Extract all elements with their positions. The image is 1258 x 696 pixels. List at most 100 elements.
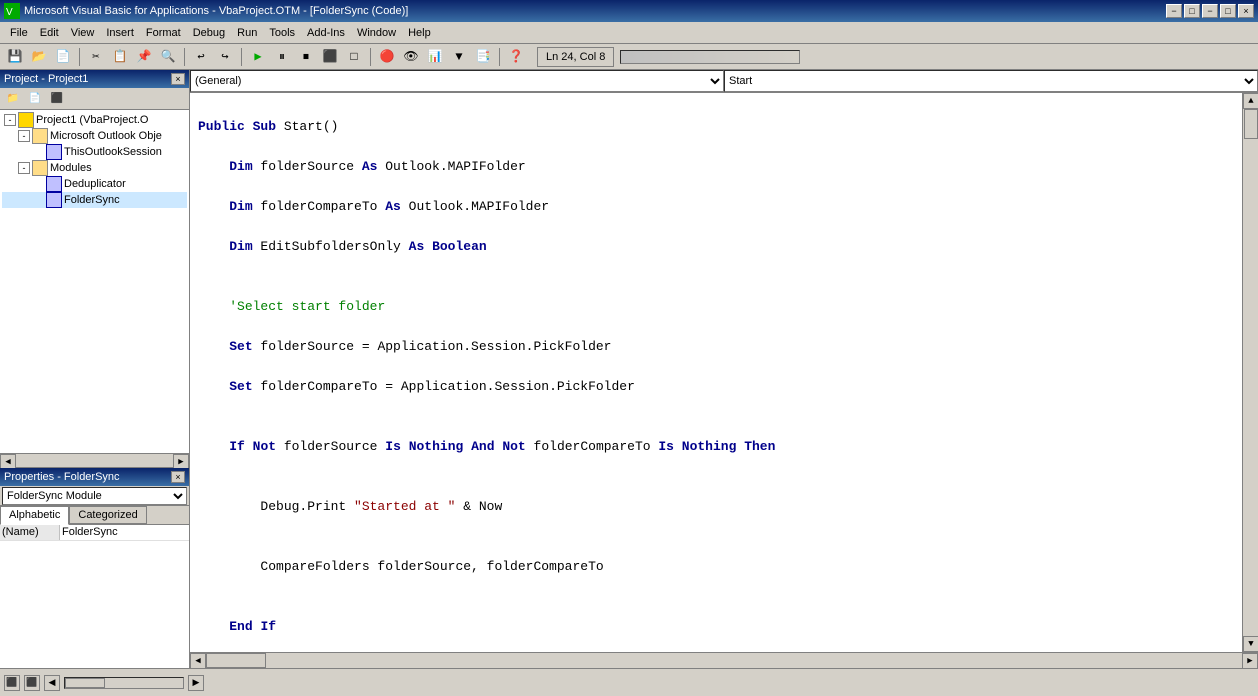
app-minimize-button[interactable]: − xyxy=(1166,4,1182,18)
tb-design-btn[interactable]: ⬛ xyxy=(319,47,341,67)
tb-open-btn[interactable]: 📂 xyxy=(28,47,50,67)
menu-help[interactable]: Help xyxy=(402,25,437,41)
status-icon2: ⬛ xyxy=(24,675,40,691)
tree-item-foldersync[interactable]: FolderSync xyxy=(2,192,187,208)
menu-window[interactable]: Window xyxy=(351,25,402,41)
code-line-6: 'Select start folder xyxy=(198,297,1234,317)
toolbar-status: Ln 24, Col 8 xyxy=(537,47,614,67)
menu-insert[interactable]: Insert xyxy=(100,25,140,41)
tree-expand-project1[interactable]: - xyxy=(4,114,16,126)
code-line-12: Debug.Print "Started at " & Now xyxy=(198,497,1234,517)
code-proc-select[interactable]: Start xyxy=(724,70,1258,92)
tree-item-modules[interactable]: - Modules xyxy=(2,160,187,176)
menu-format[interactable]: Format xyxy=(140,25,187,41)
code-object-select[interactable]: (General) xyxy=(190,70,724,92)
menu-addins[interactable]: Add-Ins xyxy=(301,25,351,41)
vscroll-track[interactable] xyxy=(1243,109,1258,636)
tree-item-session[interactable]: ThisOutlookSession xyxy=(2,144,187,160)
tb-locals-btn[interactable]: 📊 xyxy=(424,47,446,67)
code-hscrollbar[interactable]: ◀ ▶ xyxy=(190,652,1258,668)
project-hscroll[interactable]: ◀ ▶ xyxy=(0,453,189,467)
tb-paste-btn[interactable]: 📌 xyxy=(133,47,155,67)
properties-panel-header: Properties - FolderSync × xyxy=(0,468,189,486)
title-minimize-button[interactable]: − xyxy=(1202,4,1218,18)
tb-run-btn[interactable]: ▶ xyxy=(247,47,269,67)
tb-bp-btn[interactable]: 🔴 xyxy=(376,47,398,67)
hscroll-left[interactable]: ◀ xyxy=(190,653,206,669)
tb-callstack-btn[interactable]: 📑 xyxy=(472,47,494,67)
dedup-icon xyxy=(46,176,62,192)
project-toolbar: 📁 📄 ⬛ xyxy=(0,88,189,110)
menu-view[interactable]: View xyxy=(65,25,101,41)
tree-expand-outlook[interactable]: - xyxy=(18,130,30,142)
menu-debug[interactable]: Debug xyxy=(187,25,231,41)
tree-item-outlook[interactable]: - Microsoft Outlook Obje xyxy=(2,128,187,144)
menu-run[interactable]: Run xyxy=(231,25,263,41)
tb-redo-btn[interactable]: ↪ xyxy=(214,47,236,67)
hscroll-thumb[interactable] xyxy=(206,653,266,668)
hscroll-bottom-left[interactable]: ◀ xyxy=(44,675,60,691)
tree-expand-modules[interactable]: - xyxy=(18,162,30,174)
vscroll-up[interactable]: ▲ xyxy=(1243,93,1258,109)
code-content: Public Sub Start() Dim folderSource As O… xyxy=(190,93,1242,652)
tree-item-project1[interactable]: - Project1 (VbaProject.O xyxy=(2,112,187,128)
session-icon xyxy=(46,144,62,160)
tree-label-session: ThisOutlookSession xyxy=(64,146,162,158)
hscroll-track[interactable] xyxy=(206,653,1242,668)
tb-cut-btn[interactable]: ✂ xyxy=(85,47,107,67)
tb-save-btn[interactable]: 💾 xyxy=(4,47,26,67)
status-content: ⬛ ⬛ ◀ ▶ xyxy=(4,675,204,691)
title-bar: V Microsoft Visual Basic for Application… xyxy=(0,0,1258,22)
tb-immed-btn[interactable]: ▼ xyxy=(448,47,470,67)
code-line-1: Public Sub Start() xyxy=(198,117,1234,137)
tb-sep1 xyxy=(79,48,80,66)
tb-copy-btn[interactable]: 📋 xyxy=(109,47,131,67)
menu-tools[interactable]: Tools xyxy=(263,25,301,41)
code-vscrollbar[interactable]: ▲ ▼ xyxy=(1242,93,1258,652)
tb-userform-btn[interactable]: □ xyxy=(343,47,365,67)
tab-categorized[interactable]: Categorized xyxy=(69,506,146,524)
title-maximize-button[interactable]: □ xyxy=(1220,4,1236,18)
tb-undo-btn[interactable]: ↩ xyxy=(190,47,212,67)
project-tree: - Project1 (VbaProject.O - Microsoft Out… xyxy=(0,110,189,453)
vscroll-thumb[interactable] xyxy=(1244,109,1258,139)
code-editor[interactable]: Public Sub Start() Dim folderSource As O… xyxy=(190,93,1242,652)
project-panel-title: Project - Project1 xyxy=(4,73,171,85)
project-panel-header: Project - Project1 × xyxy=(0,70,189,88)
tb-sep3 xyxy=(241,48,242,66)
project1-icon xyxy=(18,112,34,128)
pt-btn1[interactable]: 📁 xyxy=(2,89,24,109)
properties-panel-close[interactable]: × xyxy=(171,471,185,483)
pt-btn2[interactable]: 📄 xyxy=(24,89,46,109)
tree-item-deduplicator[interactable]: Deduplicator xyxy=(2,176,187,192)
menu-file[interactable]: File xyxy=(4,25,34,41)
hscroll-bottom-right[interactable]: ▶ xyxy=(188,675,204,691)
tb-sep5 xyxy=(499,48,500,66)
tb-pause-btn[interactable]: ⏸ xyxy=(271,47,293,67)
hscroll-bottom-track[interactable] xyxy=(64,677,184,689)
app-restore-button[interactable]: □ xyxy=(1184,4,1200,18)
tb-find-btn[interactable]: 🔍 xyxy=(157,47,179,67)
tree-label-deduplicator: Deduplicator xyxy=(64,178,126,190)
tb-add-btn[interactable]: 📄 xyxy=(52,47,74,67)
tb-stop-btn[interactable]: ⏹ xyxy=(295,47,317,67)
props-object-select[interactable]: FolderSync Module xyxy=(2,487,187,505)
tb-watch-btn[interactable]: 👁 xyxy=(400,47,422,67)
tab-alphabetic[interactable]: Alphabetic xyxy=(0,506,69,525)
properties-panel-title: Properties - FolderSync xyxy=(4,471,171,483)
menu-edit[interactable]: Edit xyxy=(34,25,65,41)
project-panel-close[interactable]: × xyxy=(171,73,185,85)
app-icon: V xyxy=(4,3,20,19)
code-line-4: Dim EditSubfoldersOnly As Boolean xyxy=(198,237,1234,257)
tree-label-modules: Modules xyxy=(50,162,92,174)
title-close-button[interactable]: × xyxy=(1238,4,1254,18)
vscroll-down[interactable]: ▼ xyxy=(1243,636,1258,652)
pt-btn3[interactable]: ⬛ xyxy=(46,89,68,109)
tb-help-btn[interactable]: ❓ xyxy=(505,47,527,67)
hscroll-bottom-thumb xyxy=(65,678,105,688)
tree-label-foldersync: FolderSync xyxy=(64,194,120,206)
code-line-3: Dim folderCompareTo As Outlook.MAPIFolde… xyxy=(198,197,1234,217)
code-line-10: If Not folderSource Is Nothing And Not f… xyxy=(198,437,1234,457)
props-tabs: Alphabetic Categorized xyxy=(0,506,189,525)
hscroll-right[interactable]: ▶ xyxy=(1242,653,1258,669)
